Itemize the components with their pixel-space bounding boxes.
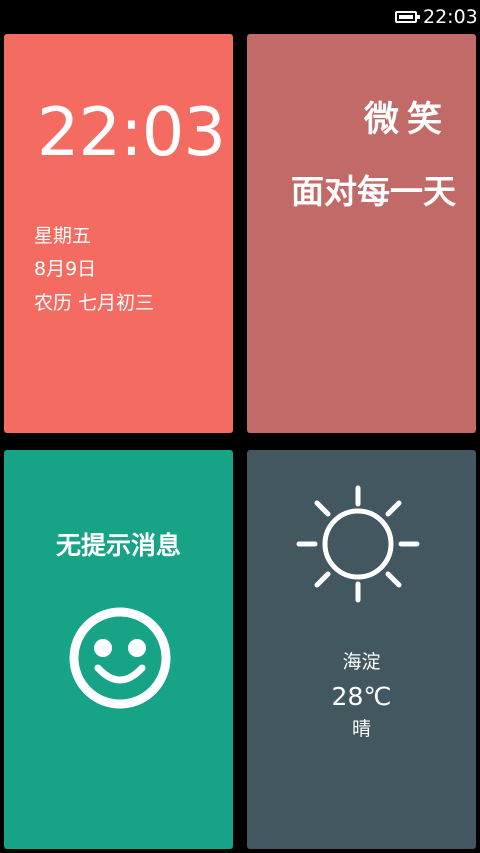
weather-condition: 晴 — [351, 718, 371, 740]
quote-line-1: 微笑 — [363, 100, 450, 140]
weather-tile[interactable]: 海淀 28℃ 晴 — [247, 450, 476, 849]
weekday-label: 星期五 — [34, 225, 92, 247]
quote-line-2: 面对每一天 — [291, 172, 456, 211]
quote-tile[interactable]: 微笑 面对每一天 — [247, 34, 476, 433]
notification-message: 无提示消息 — [55, 531, 181, 560]
clock-time: 22:03 — [36, 93, 226, 171]
weather-location: 海淀 — [342, 651, 381, 673]
smile-icon — [69, 607, 171, 709]
status-time: 22:03 — [423, 6, 478, 28]
weather-temperature: 28℃ — [331, 682, 392, 711]
status-bar: 22:03 — [0, 0, 480, 33]
date-label: 8月9日 — [34, 258, 97, 280]
lunar-date-label: 农历 七月初三 — [34, 292, 155, 314]
notification-tile[interactable]: 无提示消息 — [4, 450, 233, 849]
sun-icon — [296, 485, 420, 603]
clock-tile[interactable]: 22:03 星期五 8月9日 农历 七月初三 — [4, 34, 233, 433]
battery-icon — [395, 11, 420, 23]
